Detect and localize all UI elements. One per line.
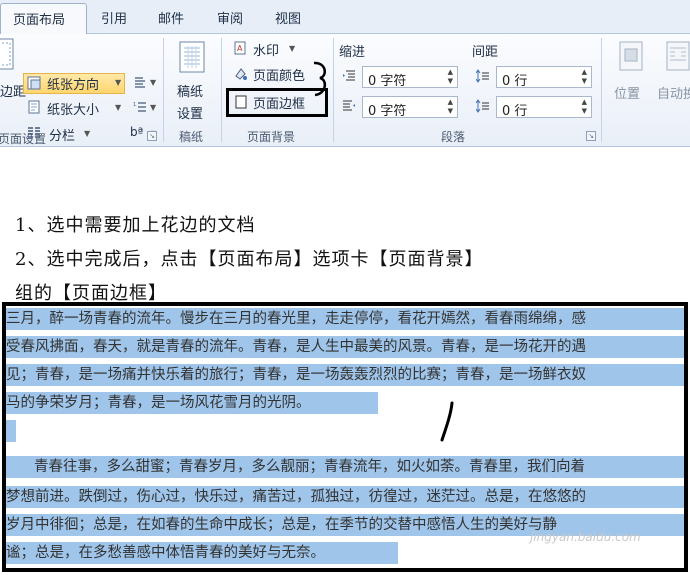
ribbon: 边距 纸张方向 ▼ 纸张大小 ▼ 分栏 ▼ ▼ 1 ▼ bª ▼ 页面设置 ↘ …: [0, 34, 690, 147]
indent-right-value: 0 字符: [368, 104, 407, 119]
indent-right-input[interactable]: 0 字符 ▲ ▼: [362, 96, 458, 119]
spacing-label: 间距: [472, 45, 499, 60]
indent-left-input[interactable]: 0 字符 ▲ ▼: [362, 66, 458, 89]
spacing-after-icon: [476, 99, 489, 113]
page-setup-launcher-icon[interactable]: ↘: [147, 131, 157, 141]
manuscript-label-1: 稿纸: [177, 85, 204, 100]
page-border-label: 页面边框: [253, 97, 306, 112]
group-label-page-background: 页面背景: [247, 130, 296, 144]
spacing-after-input[interactable]: 0 行 ▲ ▼: [496, 96, 592, 119]
page-color-icon: [235, 68, 247, 80]
tab-mailings[interactable]: 邮件: [158, 8, 184, 27]
watermark-icon: A: [234, 41, 246, 55]
indent-left-icon: [343, 70, 355, 81]
tab-review[interactable]: 审阅: [217, 8, 243, 27]
chevron-down-icon: ▼: [115, 78, 122, 87]
document-line[interactable]: 见；青春，是一场痛并快乐着的旅行；青春，是一场轰轰烈烈的比赛；青春，是一场鲜衣奴: [6, 364, 684, 386]
group-label-paragraph: 段落: [441, 130, 466, 144]
chevron-down-icon: ▼: [150, 78, 157, 87]
group-label-manuscript: 稿纸: [179, 130, 204, 144]
chevron-down-icon: ▼: [289, 44, 296, 53]
margins-icon: [0, 38, 14, 70]
document-line[interactable]: 受春风拂面，春天，就是青春的流年。青春，是人生中最美的风景。青春，是一场花开的遇: [6, 336, 684, 358]
spacing-before-input[interactable]: 0 行 ▲ ▼: [496, 66, 592, 89]
chevron-down-icon: ▼: [115, 103, 122, 112]
chevron-down-icon: ▼: [150, 103, 157, 112]
tab-references[interactable]: 引用: [101, 8, 127, 27]
spin-arrows-icon[interactable]: ▲ ▼: [582, 68, 587, 86]
orientation-icon: [27, 76, 41, 90]
tab-view[interactable]: 视图: [275, 8, 301, 27]
document-line[interactable]: 马的争荣岁月；青春，是一场风花雪月的光阴。: [6, 392, 378, 414]
chevron-down-icon: ▼: [84, 129, 91, 138]
wrap-text-label: 自动换: [657, 87, 690, 102]
manuscript-icon: [179, 41, 205, 73]
page-top-margin: [0, 148, 690, 184]
manuscript-label-2: 设置: [177, 107, 204, 122]
indent-label: 缩进: [339, 45, 366, 60]
document-line[interactable]: 青春往事，多么甜蜜；青春岁月，多么靓丽；青春流年，如火如荼。青春里，我们向着: [6, 456, 684, 478]
page-size-button[interactable]: 纸张大小: [47, 99, 99, 118]
page-border-icon: [235, 95, 247, 109]
group-separator: [333, 38, 334, 142]
spacing-before-icon: [476, 69, 489, 83]
document-line[interactable]: 梦想前进。跌倒过，伤心过，快乐过，痛苦过，孤独过，彷徨过，迷茫过。总是，在悠悠的: [6, 486, 684, 508]
document-line[interactable]: 谧；总是，在多愁善感中体悟青春的美好与无奈。: [6, 542, 398, 564]
paragraph-launcher-icon[interactable]: ↘: [586, 131, 596, 141]
spin-arrows-icon[interactable]: ▲ ▼: [448, 98, 453, 116]
spacing-after-value: 0 行: [502, 104, 528, 119]
indent-right-icon: [343, 100, 355, 111]
group-label-page-setup: 页面设置: [0, 132, 47, 146]
document-line[interactable]: 三月，醉一场青春的流年。慢步在三月的春光里，走走停停，看花开嫣然，看春雨绵绵，感: [6, 308, 684, 330]
instruction-step-2: 2、选中完成后，点击【页面布局】选项卡【页面背景】: [15, 249, 484, 270]
svg-text:1: 1: [133, 102, 136, 108]
spacing-before-value: 0 行: [502, 74, 528, 89]
watermark-button[interactable]: 水印: [253, 40, 279, 59]
instruction-step-1: 1、选中需要加上花边的文档: [15, 215, 256, 236]
breaks-icon[interactable]: [133, 75, 147, 89]
tab-page-layout[interactable]: 页面布局: [0, 3, 87, 35]
position-label: 位置: [614, 87, 641, 102]
columns-button[interactable]: 分栏: [49, 125, 75, 144]
wrap-text-icon: [666, 41, 690, 71]
group-separator: [221, 38, 222, 142]
page-size-icon: [28, 100, 40, 114]
spin-arrows-icon[interactable]: ▲ ▼: [582, 98, 587, 116]
annotation-stroke: [440, 401, 454, 442]
group-separator: [163, 38, 164, 142]
group-separator: [601, 38, 602, 142]
spin-arrows-icon[interactable]: ▲ ▼: [448, 68, 453, 86]
hyphenation-icon[interactable]: bª: [130, 125, 143, 139]
page-color-button[interactable]: 页面颜色: [253, 65, 305, 84]
svg-text:A: A: [237, 44, 243, 53]
orientation-label: 纸张方向: [47, 78, 100, 93]
indent-left-value: 0 字符: [368, 74, 407, 89]
line-numbers-icon[interactable]: 1: [133, 100, 147, 114]
site-watermark: jingyan.baidu.com: [530, 530, 641, 544]
position-icon: [619, 41, 643, 71]
ribbon-tab-bar: 页面布局 引用 邮件 审阅 视图: [0, 0, 690, 35]
document-blank-line[interactable]: [6, 420, 16, 442]
tab-label: 页面布局: [13, 13, 66, 28]
